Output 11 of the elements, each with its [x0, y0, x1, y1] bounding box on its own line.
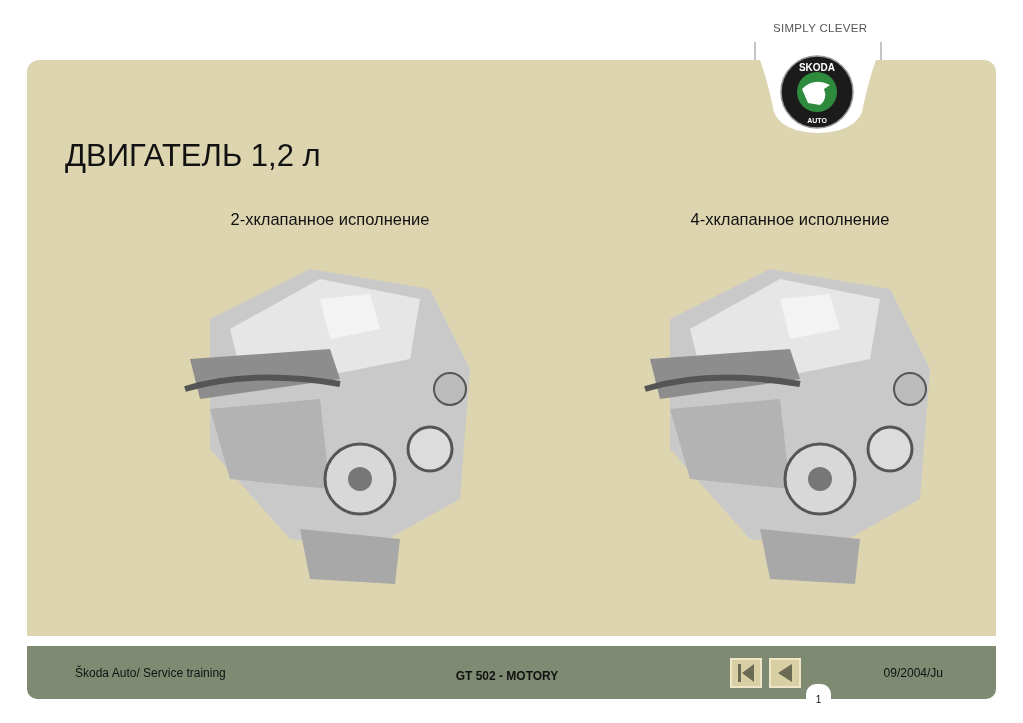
- image-caption: 2-хклапанное исполнение: [230, 210, 430, 229]
- tagline: SIMPLY CLEVER: [773, 22, 868, 34]
- first-slide-button[interactable]: [730, 657, 762, 688]
- course-title: GT 502 - MOTORY: [454, 668, 560, 683]
- footer-text: Škoda Auto/ Service training: [75, 665, 227, 680]
- skip-back-icon: [736, 662, 756, 683]
- previous-slide-button[interactable]: [769, 657, 801, 688]
- page-number: 1: [806, 684, 831, 705]
- image-caption: 4-хклапанное исполнение: [690, 210, 890, 229]
- footer-date: 09/2004/Ju: [883, 665, 943, 680]
- slide-title: ДВИГАТЕЛЬ 1,2 л: [65, 138, 322, 174]
